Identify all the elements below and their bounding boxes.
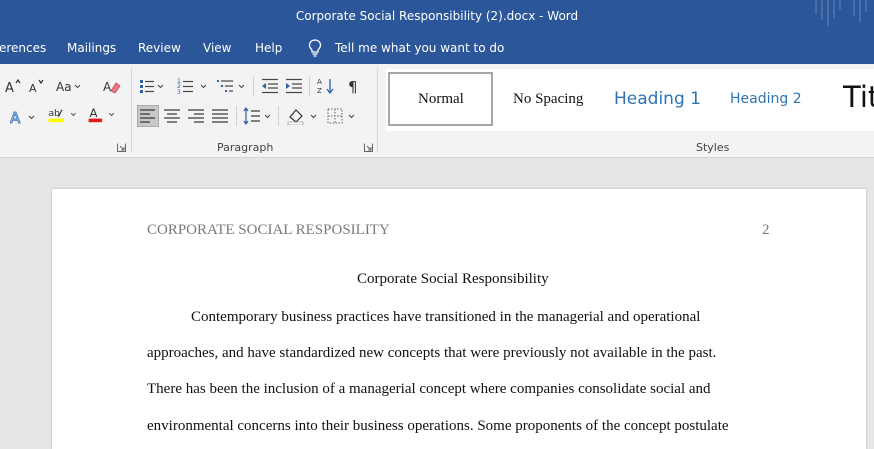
svg-text:Z: Z	[317, 87, 322, 95]
borders-icon[interactable]	[327, 107, 359, 125]
style-normal-label: Normal	[418, 91, 464, 107]
font-color-icon[interactable]: A	[86, 106, 120, 124]
page-number: 2	[762, 222, 770, 238]
numbering-icon[interactable]: 123	[177, 77, 209, 95]
title-bar: Corporate Social Responsibility (2).docx…	[0, 0, 874, 32]
text-effects-icon[interactable]: A	[10, 108, 36, 126]
style-heading-2[interactable]: Heading 2	[730, 91, 802, 107]
ribbon-divider	[278, 106, 279, 126]
ribbon-separator	[377, 68, 378, 152]
svg-text:Aa: Aa	[56, 80, 72, 94]
paragraph-dialog-launcher-icon[interactable]	[364, 143, 373, 152]
font-dialog-launcher-icon[interactable]	[117, 143, 126, 152]
ribbon-separator	[131, 68, 132, 152]
document-heading: Corporate Social Responsibility	[357, 271, 549, 287]
tab-review[interactable]: Review	[138, 41, 181, 55]
lightbulb-icon	[308, 39, 322, 57]
svg-text:ab: ab	[49, 109, 61, 119]
document-line: Contemporary business practices have tra…	[191, 309, 701, 325]
justify-icon[interactable]	[211, 107, 229, 125]
svg-text:A: A	[5, 81, 14, 95]
svg-text:A: A	[29, 82, 37, 95]
svg-text:A: A	[90, 106, 98, 120]
font-size-down-icon[interactable]: A	[28, 77, 46, 95]
style-heading-1[interactable]: Heading 1	[614, 89, 701, 109]
tell-me-search[interactable]: Tell me what you want to do	[335, 41, 504, 55]
document-line: There has been the inclusion of a manage…	[147, 381, 711, 397]
font-size-up-icon[interactable]: A	[4, 77, 22, 95]
show-marks-icon[interactable]: ¶	[346, 77, 364, 95]
styles-group-label: Styles	[696, 141, 730, 154]
document-line: approaches, and have standardized new co…	[147, 345, 717, 361]
shading-icon[interactable]	[287, 107, 319, 125]
svg-text:¶: ¶	[348, 78, 358, 95]
title-bar-pattern-icon	[815, 0, 867, 26]
decrease-indent-icon[interactable]	[261, 77, 279, 95]
clear-formatting-icon[interactable]: A	[103, 77, 121, 95]
paragraph-group-label: Paragraph	[217, 141, 274, 154]
document-line: environmental concerns into their busine…	[147, 418, 729, 434]
ribbon-divider	[309, 76, 310, 96]
ribbon-divider	[253, 76, 254, 96]
svg-text:3: 3	[177, 89, 181, 95]
tab-view[interactable]: View	[203, 41, 231, 55]
tab-mailings[interactable]: Mailings	[67, 41, 116, 55]
align-left-icon[interactable]	[139, 107, 157, 125]
ribbon-divider	[236, 106, 237, 126]
align-center-icon[interactable]	[163, 107, 181, 125]
line-spacing-icon[interactable]	[243, 107, 273, 125]
style-no-spacing[interactable]: No Spacing	[513, 91, 583, 108]
svg-text:A: A	[317, 78, 322, 86]
tab-references[interactable]: erences	[0, 41, 46, 55]
svg-text:A: A	[10, 109, 21, 126]
increase-indent-icon[interactable]	[285, 77, 303, 95]
tab-help[interactable]: Help	[255, 41, 282, 55]
bullets-icon[interactable]	[139, 77, 167, 95]
align-right-icon[interactable]	[187, 107, 205, 125]
multilevel-list-icon[interactable]	[216, 77, 248, 95]
window-title: Corporate Social Responsibility (2).docx…	[295, 9, 579, 23]
svg-text:A: A	[103, 80, 112, 94]
running-head: CORPORATE SOCIAL RESPOSILITY	[147, 222, 390, 238]
highlight-icon[interactable]: ab	[46, 106, 80, 124]
ribbon-tab-bar: erences Mailings Review View Help Tell m…	[0, 32, 874, 64]
style-title[interactable]: Tit	[843, 80, 874, 114]
sort-icon[interactable]: A Z	[317, 77, 335, 95]
change-case-icon[interactable]: Aa	[56, 77, 80, 95]
